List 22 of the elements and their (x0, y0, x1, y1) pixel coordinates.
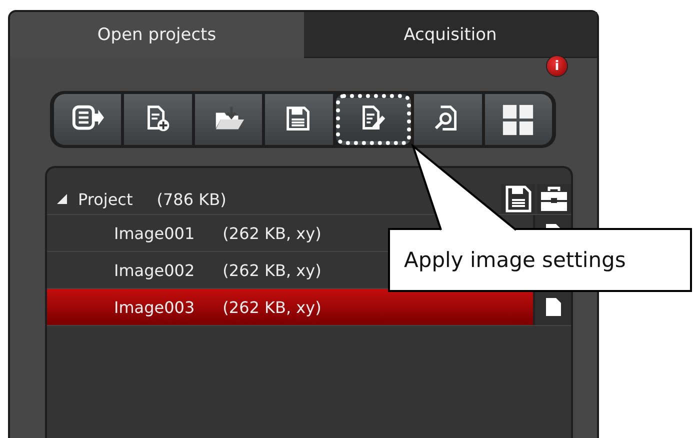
briefcase-icon[interactable] (537, 184, 571, 214)
document-icon[interactable] (543, 296, 563, 318)
toolbar-button[interactable] (194, 94, 262, 145)
tab[interactable]: Acquisition (304, 12, 597, 58)
image-size: (262 KB, xy) (222, 260, 322, 280)
toolbar-button[interactable] (336, 94, 412, 145)
toolbar-button[interactable] (484, 94, 552, 145)
toolbar-button[interactable] (265, 94, 333, 145)
project-name[interactable]: Project (78, 190, 133, 208)
toolbar-button[interactable] (124, 94, 192, 145)
image-size: (262 KB, xy) (222, 224, 322, 242)
image-name: Image003 (114, 298, 195, 316)
image-size: (262 KB, xy) (222, 298, 322, 316)
project-size: (786 KB) (156, 190, 226, 208)
info-badge: i (547, 56, 567, 76)
image-name: Image001 (114, 224, 195, 242)
expand-icon[interactable] (57, 194, 67, 204)
image-name: Image002 (114, 260, 195, 280)
toolbar-button[interactable] (54, 94, 122, 145)
toolbar-button[interactable] (414, 94, 482, 145)
image-row[interactable]: Image003 (262 KB, xy) (47, 289, 533, 325)
grid-icon (501, 102, 536, 136)
